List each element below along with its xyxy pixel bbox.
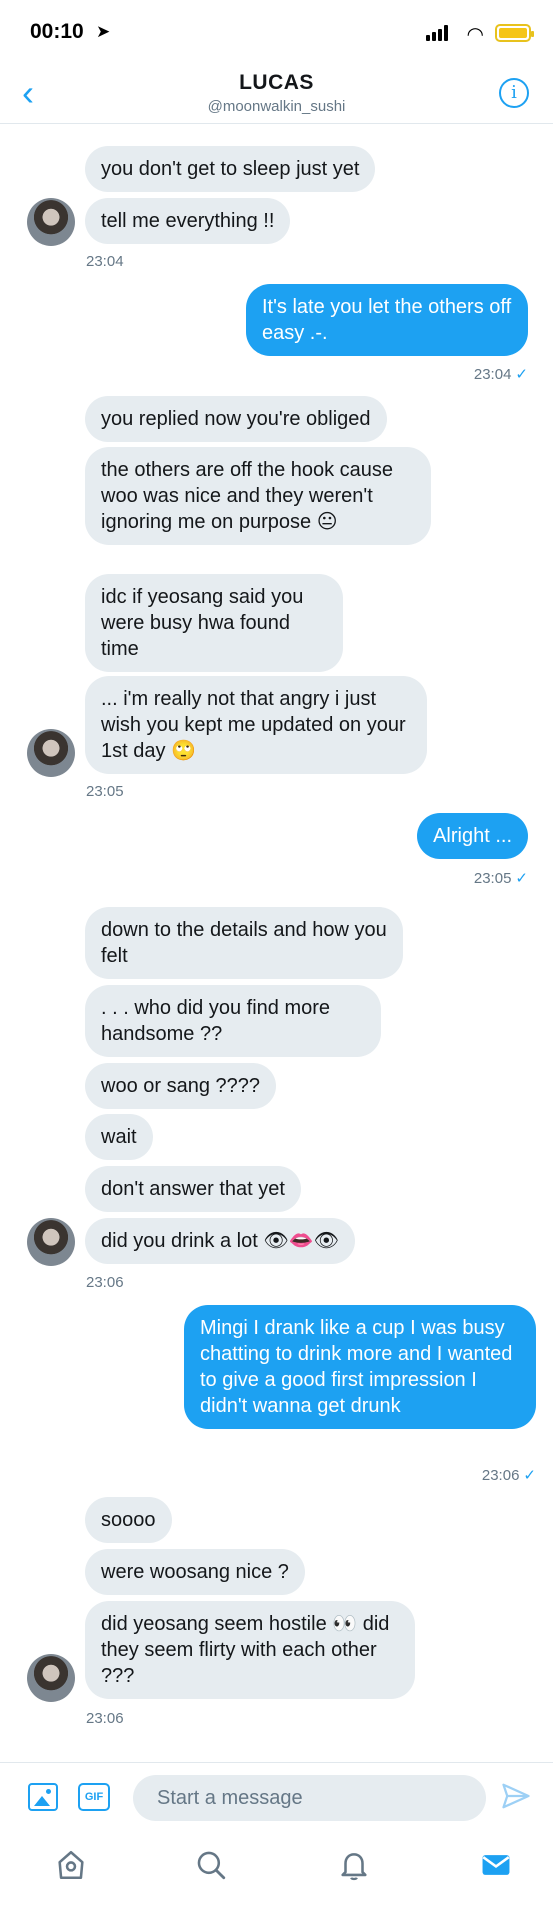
notifications-icon[interactable] [337,1848,371,1882]
incoming-message[interactable]: did yeosang seem hostile 👀 did they seem… [85,1601,415,1699]
timestamp: 23:04 [86,253,124,270]
incoming-message[interactable]: you don't get to sleep just yet [85,146,376,192]
incoming-message[interactable]: the others are off the hook cause woo wa… [85,447,431,545]
messages-icon[interactable] [479,1848,513,1882]
read-check-icon: ✓ [515,870,528,887]
send-icon[interactable] [501,1781,531,1811]
wifi-icon: ◠ [466,24,484,46]
contact-name[interactable]: LUCAS [0,71,553,95]
incoming-message[interactable]: don't answer that yet [85,1166,301,1212]
incoming-message[interactable]: wait [85,1114,153,1160]
signal-icon [426,25,450,41]
message-input[interactable]: Start a message [133,1775,486,1821]
incoming-message[interactable]: ... i'm really not that angry i just wis… [85,676,427,774]
avatar[interactable] [27,198,75,246]
incoming-message[interactable]: did you drink a lot 👁👄👁 [85,1218,355,1264]
timestamp: 23:06 [86,1710,124,1727]
outgoing-message[interactable]: Alright ... [417,813,528,859]
status-time: 00:10 [30,20,84,43]
read-check-icon: ✓ [515,366,528,383]
incoming-message[interactable]: tell me everything !! [85,198,291,244]
incoming-message[interactable]: down to the details and how you felt [85,907,403,979]
avatar[interactable] [27,1218,75,1266]
outgoing-message[interactable]: Mingi I drank like a cup I was busy chat… [184,1305,536,1429]
info-icon[interactable]: i [499,78,529,108]
message-composer: GIF Start a message [0,1762,553,1834]
incoming-message[interactable]: were woosang nice ? [85,1549,305,1595]
read-check-icon: ✓ [523,1467,536,1484]
incoming-message[interactable]: woo or sang ???? [85,1063,277,1109]
home-icon[interactable] [54,1848,88,1882]
contact-handle[interactable]: @moonwalkin_sushi [0,98,553,115]
incoming-message[interactable]: . . . who did you find more handsome ?? [85,985,381,1057]
incoming-message[interactable]: you replied now you're obliged [85,396,387,442]
tab-bar [0,1834,553,1920]
timestamp: 23:05 [86,783,124,800]
avatar[interactable] [27,729,75,777]
status-bar: 00:10 ➤ ◠ [0,0,553,66]
location-arrow-icon: ➤ [96,22,111,41]
outgoing-message[interactable]: It's late you let the others off easy .-… [246,284,528,356]
search-icon[interactable] [194,1848,228,1882]
timestamp: 23:04 ✓ [473,366,528,383]
incoming-message[interactable]: idc if yeosang said you were busy hwa fo… [85,574,343,672]
timestamp: 23:05 ✓ [473,870,528,887]
timestamp: 23:06 [86,1274,124,1291]
gif-button[interactable]: GIF [78,1783,110,1811]
timestamp: 23:06 ✓ [481,1467,536,1484]
battery-icon [495,24,534,42]
incoming-message[interactable]: soooo [85,1497,172,1543]
conversation-header: ‹ LUCAS @moonwalkin_sushi i [0,66,553,124]
avatar[interactable] [27,1654,75,1702]
image-icon[interactable] [28,1783,58,1811]
